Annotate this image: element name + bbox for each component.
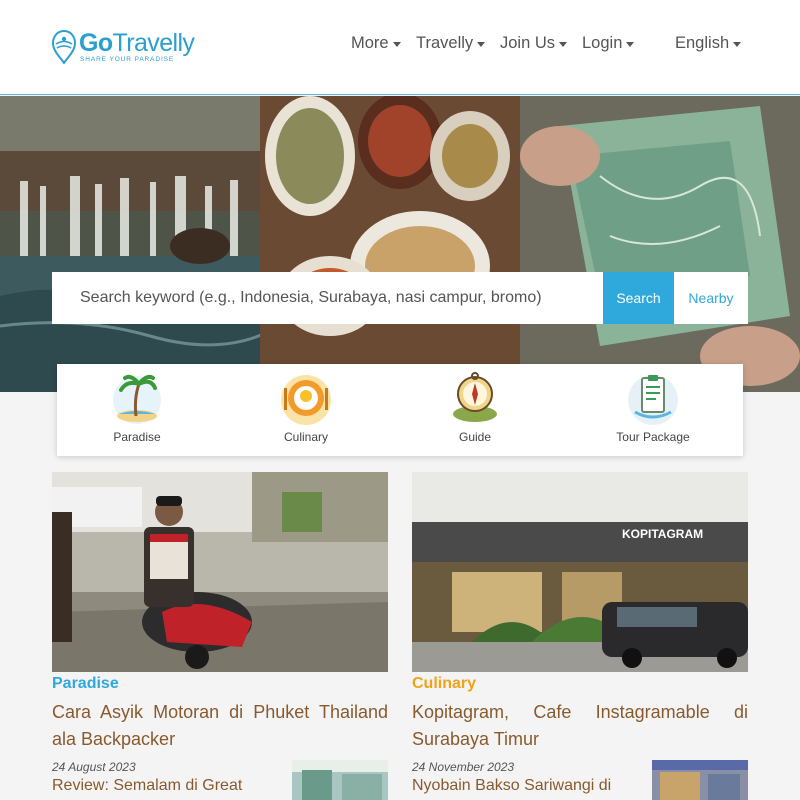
category-paradise[interactable]: Paradise xyxy=(82,370,192,444)
related-article-thumbnail[interactable] xyxy=(652,760,748,800)
related-article[interactable]: 24 August 2023 Review: Semalam di Great xyxy=(52,760,388,800)
related-article-date: 24 August 2023 xyxy=(52,760,136,774)
hero-banner xyxy=(0,96,800,392)
language-selector[interactable]: English xyxy=(675,34,742,53)
nav-join-label: Join Us xyxy=(500,34,556,52)
logo-tagline: SHARE YOUR PARADISE xyxy=(80,55,175,63)
chevron-down-icon xyxy=(559,41,568,47)
category-paradise-label: Paradise xyxy=(113,430,161,444)
nav-travelly[interactable]: Travelly xyxy=(416,34,486,53)
logo-name-rest: Travelly xyxy=(112,28,195,57)
category-culinary[interactable]: Culinary xyxy=(251,370,361,444)
article-title[interactable]: Kopitagram, Cafe Instagramable di Suraba… xyxy=(412,699,748,753)
hero-collage-image xyxy=(0,96,800,392)
article-card[interactable]: KOPITAGRAM Culinary Kopitagram, Cafe Ins… xyxy=(412,472,748,753)
language-label: English xyxy=(675,34,730,52)
related-article-title[interactable]: Review: Semalam di Great xyxy=(52,777,282,795)
category-tour-package[interactable]: Tour Package xyxy=(598,370,708,444)
category-guide[interactable]: Guide xyxy=(420,370,530,444)
article-title[interactable]: Cara Asyik Motoran di Phuket Thailand al… xyxy=(52,699,388,753)
nearby-button[interactable]: Nearby xyxy=(674,272,748,324)
category-card: Paradise Culinary Guide Tour Package xyxy=(57,364,743,456)
nav-more-label: More xyxy=(351,34,389,52)
chevron-down-icon xyxy=(477,41,486,47)
related-article-thumbnail[interactable] xyxy=(292,760,388,800)
category-guide-label: Guide xyxy=(458,430,492,444)
chevron-down-icon xyxy=(392,41,401,47)
chevron-down-icon xyxy=(733,41,742,47)
logo-name-bold: Go xyxy=(79,28,113,57)
nav-more[interactable]: More xyxy=(351,34,401,53)
logo-icon xyxy=(52,30,76,64)
nav-join-us[interactable]: Join Us xyxy=(500,34,568,53)
food-plate-icon xyxy=(281,375,331,425)
clipboard-icon xyxy=(628,375,678,425)
article-image[interactable]: KOPITAGRAM xyxy=(412,472,748,672)
search-input[interactable] xyxy=(52,272,603,324)
article-category[interactable]: Culinary xyxy=(412,676,748,692)
nav-login[interactable]: Login xyxy=(582,34,635,53)
chevron-down-icon xyxy=(626,41,635,47)
search-button[interactable]: Search xyxy=(603,272,674,324)
article-image[interactable] xyxy=(52,472,388,672)
article-category[interactable]: Paradise xyxy=(52,676,388,692)
search-bar: Search Nearby xyxy=(52,272,748,324)
site-logo[interactable]: GoTravelly SHARE YOUR PARADISE xyxy=(52,28,195,64)
related-article-date: 24 November 2023 xyxy=(412,760,515,774)
kopitagram-sign-text: KOPITAGRAM xyxy=(622,527,703,541)
article-card[interactable]: Paradise Cara Asyik Motoran di Phuket Th… xyxy=(52,472,388,753)
related-article-title[interactable]: Nyobain Bakso Sariwangi di xyxy=(412,777,642,795)
nav-login-label: Login xyxy=(582,34,623,52)
category-tour-package-label: Tour Package xyxy=(616,430,690,444)
site-header: GoTravelly SHARE YOUR PARADISE More Trav… xyxy=(0,0,800,95)
related-article[interactable]: 24 November 2023 Nyobain Bakso Sariwangi… xyxy=(412,760,748,800)
nav-travelly-label: Travelly xyxy=(416,34,474,52)
palm-island-icon xyxy=(113,374,161,424)
category-culinary-label: Culinary xyxy=(283,430,328,444)
compass-icon xyxy=(453,372,497,422)
